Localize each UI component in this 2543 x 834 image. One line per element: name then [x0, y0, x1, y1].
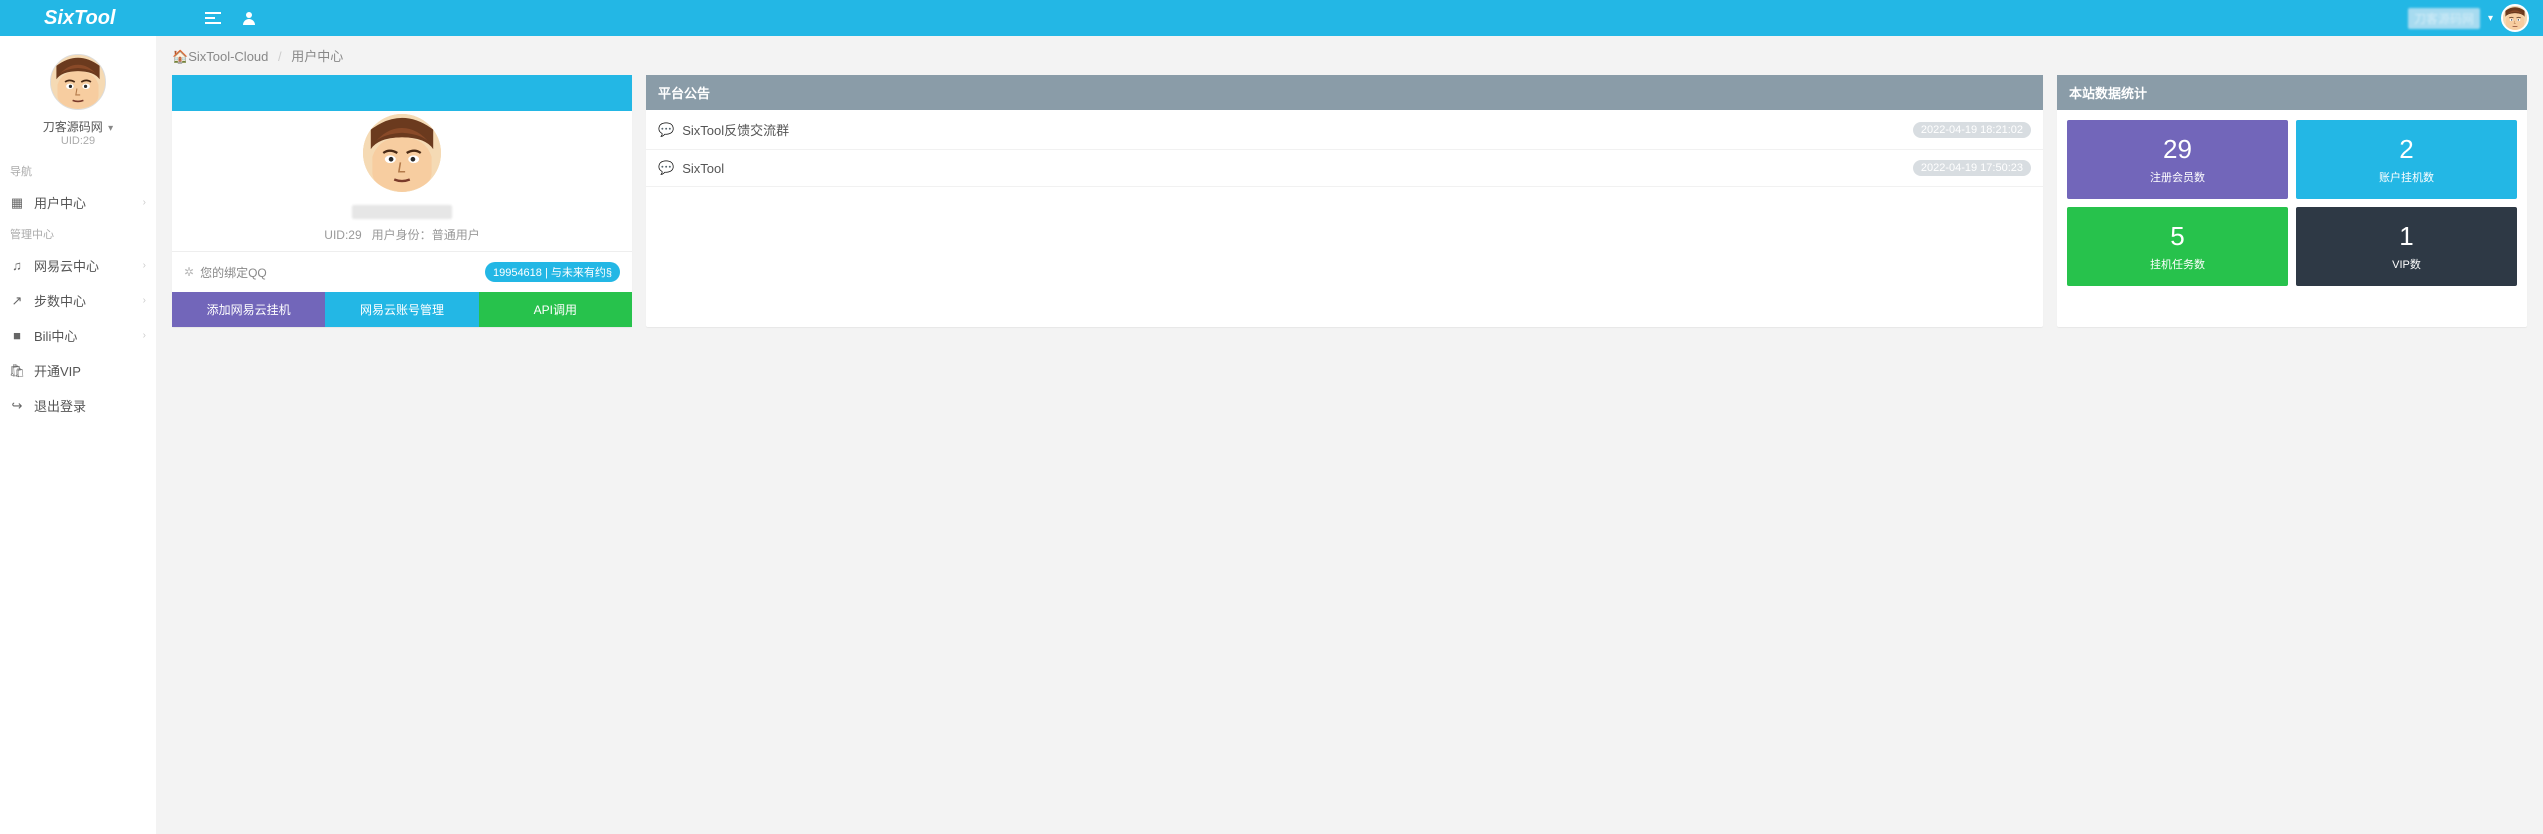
profile-card: UID:29 用户身份：普通用户 ✲ 您的绑定QQ 19954618 | 与未来…	[172, 75, 632, 327]
announce-item[interactable]: 💬 SixTool反馈交流群 2022-04-19 18:21:02	[646, 110, 2043, 150]
topbar-user-area[interactable]: 刀客源码网 ▾	[2408, 4, 2529, 32]
nav-label: Bili中心	[34, 326, 77, 345]
nav-vip[interactable]: 🛍 开通VIP	[0, 353, 156, 388]
sidebar-profile-name: 刀客源码网	[43, 120, 103, 134]
breadcrumb-current: 用户中心	[291, 49, 343, 64]
nav-steps[interactable]: ↗ 步数中心 ›	[0, 283, 156, 318]
stat-members: 29 注册会员数	[2067, 120, 2288, 199]
announce-date: 2022-04-19 18:21:02	[1913, 122, 2031, 138]
profile-role-label: 用户身份：	[372, 228, 432, 242]
profile-card-header	[172, 75, 632, 111]
stat-value: 2	[2302, 134, 2511, 165]
caret-down-icon: ▾	[108, 123, 113, 134]
announce-item[interactable]: 💬 SixTool 2022-04-19 17:50:23	[646, 150, 2043, 187]
comment-icon: 💬	[658, 122, 674, 138]
stat-value: 1	[2302, 221, 2511, 252]
sidebar-profile-uid: UID:29	[6, 135, 150, 147]
nav-section-nav: 导航	[0, 157, 156, 185]
stats-panel: 本站数据统计 29 注册会员数 2 账户挂机数 5 挂机任务数	[2057, 75, 2527, 327]
caret-down-icon: ▾	[2488, 13, 2493, 24]
announce-date: 2022-04-19 17:50:23	[1913, 160, 2031, 176]
home-icon: 🏠	[172, 49, 188, 64]
profile-uid: UID:29	[324, 228, 361, 242]
api-call-button[interactable]: API调用	[479, 292, 632, 327]
profile-role-value: 普通用户	[432, 228, 480, 242]
menu-toggle-icon[interactable]	[205, 10, 221, 26]
gear-icon: ✲	[184, 265, 194, 279]
nav-label: 开通VIP	[34, 361, 81, 380]
profile-actions: 添加网易云挂机 网易云账号管理 API调用	[172, 292, 632, 327]
profile-username-blurred	[352, 205, 452, 219]
chevron-right-icon: ›	[143, 330, 146, 341]
announce-text: SixTool反馈交流群	[682, 120, 789, 139]
announcements-panel: 平台公告 💬 SixTool反馈交流群 2022-04-19 18:21:02 …	[646, 75, 2043, 327]
stat-vip: 1 VIP数	[2296, 207, 2517, 286]
nav-label: 用户中心	[34, 193, 86, 212]
brand[interactable]: SixTool	[44, 7, 115, 30]
stats-title: 本站数据统计	[2057, 75, 2527, 110]
stat-accounts: 2 账户挂机数	[2296, 120, 2517, 199]
profile-avatar	[360, 111, 444, 195]
stat-label: VIP数	[2302, 256, 2511, 272]
nav-section-manage: 管理中心	[0, 220, 156, 248]
announce-text: SixTool	[682, 161, 724, 176]
breadcrumb: 🏠SixTool-Cloud / 用户中心	[156, 36, 2543, 75]
announce-title: 平台公告	[646, 75, 2043, 110]
qq-bind-row: ✲ 您的绑定QQ 19954618 | 与未来有约§	[172, 251, 632, 292]
stat-value: 29	[2073, 134, 2282, 165]
chevron-right-icon: ›	[143, 295, 146, 306]
sidebar: 刀客源码网 ▾ UID:29 导航 ▦ 用户中心 › 管理中心 ♫ 网易云中心 …	[0, 36, 156, 834]
breadcrumb-root[interactable]: SixTool-Cloud	[188, 49, 268, 64]
bag-icon: 🛍	[10, 363, 24, 379]
stat-label: 注册会员数	[2073, 169, 2282, 185]
manage-netease-button[interactable]: 网易云账号管理	[325, 292, 478, 327]
sidebar-profile-name-toggle[interactable]: 刀客源码网 ▾	[6, 118, 150, 135]
grid-icon: ▦	[10, 195, 24, 211]
stat-label: 挂机任务数	[2073, 256, 2282, 272]
nav-label: 退出登录	[34, 396, 86, 415]
music-icon: ♫	[10, 258, 24, 273]
profile-meta: UID:29 用户身份：普通用户	[184, 226, 620, 243]
sidebar-avatar[interactable]	[50, 54, 106, 110]
topbar-icons	[205, 10, 257, 26]
chevron-right-icon: ›	[143, 260, 146, 271]
nav-user-center[interactable]: ▦ 用户中心 ›	[0, 185, 156, 220]
stat-tasks: 5 挂机任务数	[2067, 207, 2288, 286]
comment-icon: 💬	[658, 160, 674, 176]
user-icon[interactable]	[241, 10, 257, 26]
qq-bind-badge[interactable]: 19954618 | 与未来有约§	[485, 262, 620, 282]
add-netease-button[interactable]: 添加网易云挂机	[172, 292, 325, 327]
nav-label: 网易云中心	[34, 256, 99, 275]
share-icon: ↗	[10, 293, 24, 309]
logout-icon: ↪	[10, 398, 24, 414]
nav-netease[interactable]: ♫ 网易云中心 ›	[0, 248, 156, 283]
content: 🏠SixTool-Cloud / 用户中心 UID:29 用户身份：普通用户	[156, 36, 2543, 834]
chevron-right-icon: ›	[143, 197, 146, 208]
nav-label: 步数中心	[34, 291, 86, 310]
stat-label: 账户挂机数	[2302, 169, 2511, 185]
nav-bili[interactable]: ■ Bili中心 ›	[0, 318, 156, 353]
stat-value: 5	[2073, 221, 2282, 252]
qq-bind-label: 您的绑定QQ	[200, 264, 267, 281]
sidebar-profile: 刀客源码网 ▾ UID:29	[0, 36, 156, 157]
topbar-avatar[interactable]	[2501, 4, 2529, 32]
topbar: SixTool 刀客源码网 ▾	[0, 0, 2543, 36]
nav-logout[interactable]: ↪ 退出登录	[0, 388, 156, 423]
topbar-username: 刀客源码网	[2408, 8, 2480, 29]
video-icon: ■	[10, 328, 24, 343]
